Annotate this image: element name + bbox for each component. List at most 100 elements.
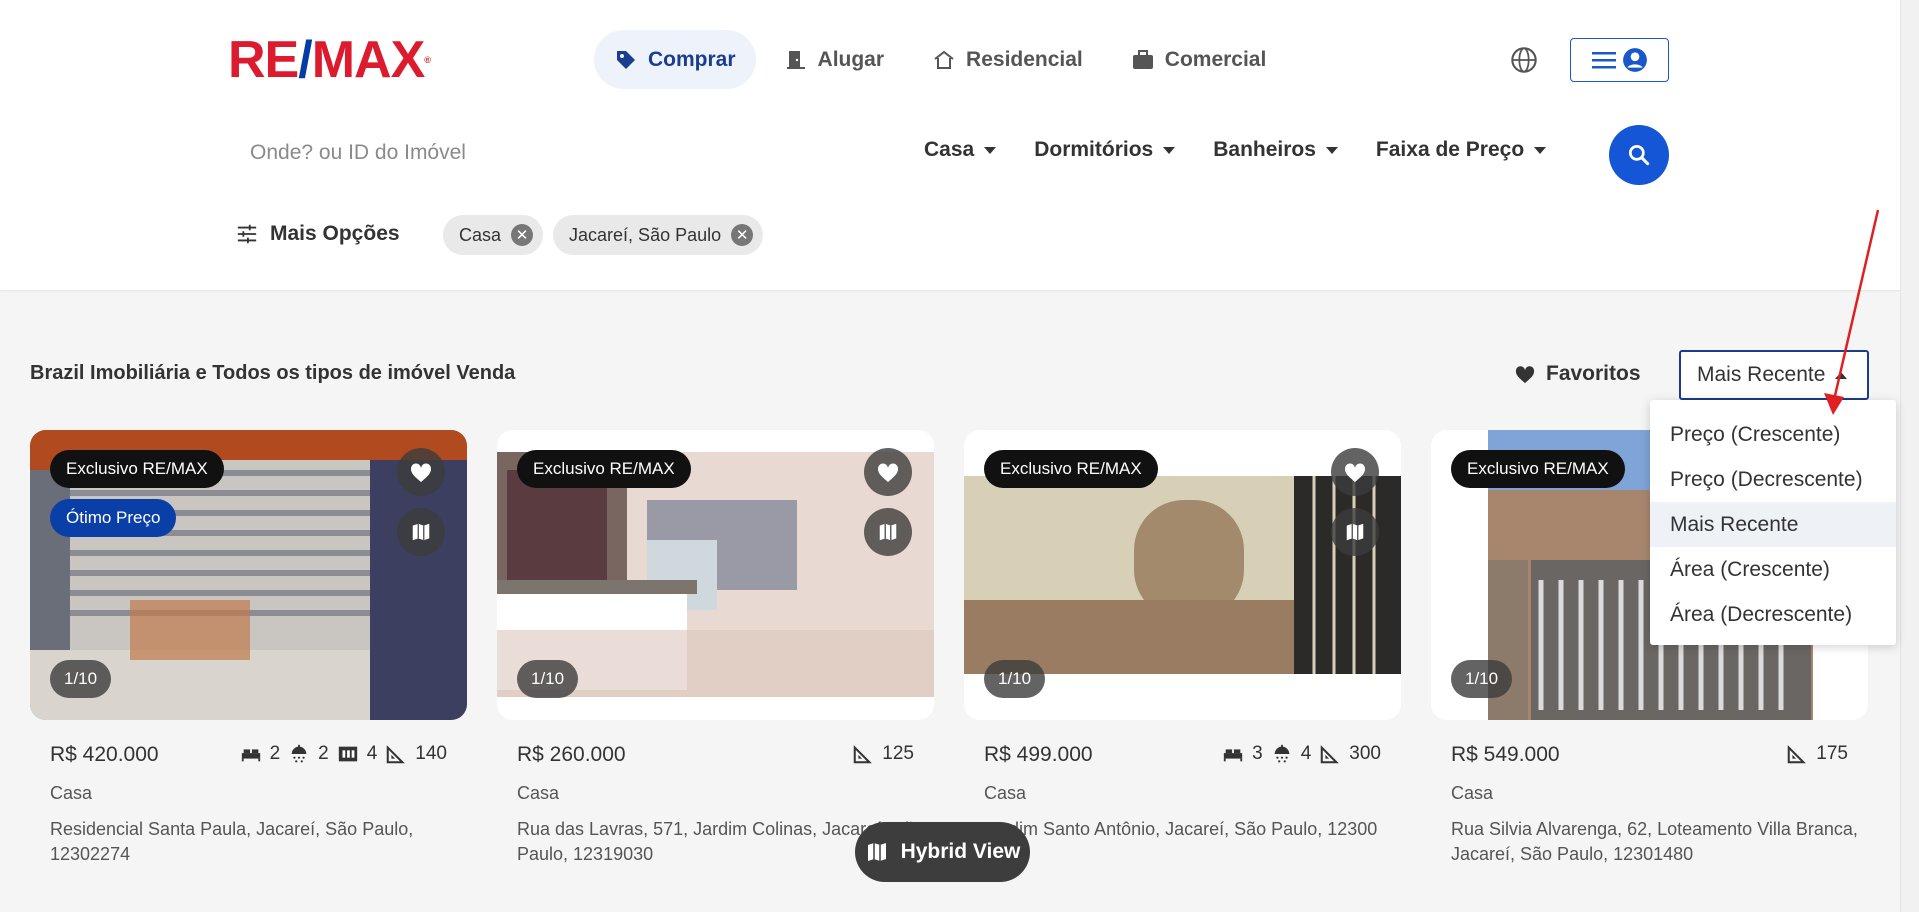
shower-icon [291, 744, 307, 763]
area-icon [1788, 745, 1807, 764]
map-button[interactable] [397, 508, 445, 556]
nav-label: Alugar [817, 47, 885, 71]
listing-address: Jardim Santo Antônio, Jacareí, São Paulo… [984, 819, 1378, 839]
exclusive-tag: Exclusivo RE/MAX [517, 450, 691, 488]
photo-counter: 1/10 [984, 660, 1046, 698]
listing-photo[interactable]: Exclusivo RE/MAX 1/10 [497, 430, 934, 720]
hybrid-view-label: Hybrid View [900, 840, 1021, 863]
listing-card[interactable]: Exclusivo RE/MAX 1/10 R$ 499.000 3 4 300… [964, 430, 1401, 870]
heart-icon [410, 463, 432, 482]
heart-icon [1515, 366, 1535, 384]
listing-features: 175 [1786, 743, 1848, 765]
favorites-label: Favoritos [1546, 362, 1641, 385]
search-icon [1628, 144, 1650, 166]
great-price-badge: Ótimo Preço [50, 499, 177, 537]
parking-icon [338, 746, 357, 762]
favorite-button[interactable] [1331, 448, 1379, 496]
area-icon [387, 745, 406, 764]
favorite-button[interactable] [864, 448, 912, 496]
close-icon[interactable]: ✕ [511, 224, 534, 246]
map-icon [412, 523, 430, 541]
main-nav: Comprar Alugar Residencial Comercial [594, 30, 1286, 89]
active-filter-chips: Casa ✕ Jacareí, São Paulo ✕ [443, 215, 764, 255]
filter-dormitorios[interactable]: Dormitórios [1034, 138, 1176, 162]
caret-down-icon [1325, 146, 1338, 154]
shower-icon [1274, 744, 1290, 763]
globe-icon[interactable] [1510, 46, 1538, 74]
photo-counter: 1/10 [1451, 660, 1513, 698]
account-menu-button[interactable] [1570, 38, 1669, 82]
map-button[interactable] [864, 508, 912, 556]
site-header: RE/MAX® Comprar Alugar Residencial Comer… [0, 0, 1900, 290]
map-icon [879, 523, 897, 541]
listing-price: R$ 549.000 [1451, 743, 1560, 766]
listing-photo[interactable]: Exclusivo RE/MAX Ótimo Preço 1/10 [30, 430, 467, 720]
photo-counter: 1/10 [50, 660, 112, 698]
map-button[interactable] [1331, 508, 1379, 556]
house-icon [934, 50, 954, 69]
map-icon [1346, 523, 1364, 541]
listing-card[interactable]: Exclusivo RE/MAX Ótimo Preço 1/10 R$ 420… [30, 430, 467, 870]
favorites-button[interactable]: Favoritos [1514, 362, 1641, 386]
more-options-button[interactable]: Mais Opções [236, 222, 400, 246]
search-input[interactable] [230, 128, 880, 178]
chip-label: Jacareí, São Paulo [569, 224, 722, 245]
nav-comprar[interactable]: Comprar [594, 30, 756, 89]
photo-counter: 1/10 [517, 660, 579, 698]
heart-icon [1344, 463, 1366, 482]
filter-label: Dormitórios [1034, 138, 1154, 161]
sort-option-mais-recente[interactable]: Mais Recente [1650, 502, 1896, 547]
filter-label: Casa [924, 138, 975, 161]
hybrid-view-button[interactable]: Hybrid View [855, 822, 1030, 882]
area-icon [1321, 745, 1340, 764]
listing-card[interactable]: Exclusivo RE/MAX 1/10 R$ 260.000 125 Cas… [497, 430, 934, 870]
listing-type: Casa [50, 783, 93, 803]
listing-features: 125 [852, 743, 914, 765]
briefcase-icon [1132, 49, 1153, 69]
listing-address: Rua Silvia Alvarenga, 62, Loteamento Vil… [1451, 819, 1858, 864]
area-value: 175 [1816, 743, 1848, 764]
listing-price: R$ 420.000 [50, 743, 159, 766]
exclusive-tag: Exclusivo RE/MAX [1451, 450, 1625, 488]
bed-icon [241, 749, 260, 762]
exclusive-tag: Exclusivo RE/MAX [984, 450, 1158, 488]
chip-label: Casa [459, 224, 502, 245]
favorite-button[interactable] [397, 448, 445, 496]
remax-logo[interactable]: RE/MAX® [228, 34, 431, 86]
nav-label: Comprar [648, 47, 736, 71]
nav-alugar[interactable]: Alugar [764, 30, 905, 89]
bathrooms-count: 2 [318, 743, 329, 764]
filter-tipo[interactable]: Casa [924, 138, 997, 162]
listing-photo[interactable]: Exclusivo RE/MAX 1/10 [964, 430, 1401, 720]
caret-down-icon [1534, 146, 1547, 154]
listing-address: Residencial Santa Paula, Jacareí, São Pa… [50, 819, 414, 864]
scrollbar[interactable] [1900, 0, 1919, 912]
search-button[interactable] [1609, 125, 1669, 185]
bed-icon [1223, 749, 1243, 762]
nav-label: Comercial [1164, 47, 1267, 71]
sort-option-area-decrescente[interactable]: Área (Decrescente) [1650, 592, 1896, 637]
search-filters: Casa Dormitórios Banheiros Faixa de Preç… [924, 138, 1547, 162]
listing-type: Casa [984, 783, 1027, 803]
filter-label: Faixa de Preço [1375, 138, 1525, 161]
sort-dropdown: Preço (Crescente) Preço (Decrescente) Ma… [1650, 400, 1896, 645]
annotation-arrow [1824, 209, 1880, 415]
listing-type: Casa [1451, 783, 1494, 803]
nav-comercial[interactable]: Comercial [1111, 30, 1287, 89]
chip-location: Jacareí, São Paulo ✕ [553, 215, 764, 255]
filter-faixa-preco[interactable]: Faixa de Preço [1375, 138, 1547, 162]
filter-banheiros[interactable]: Banheiros [1213, 138, 1338, 162]
more-options-label: Mais Opções [270, 222, 400, 245]
nav-label: Residencial [966, 47, 1083, 71]
listing-features: 2 2 4 140 [240, 743, 447, 765]
caret-down-icon [1163, 146, 1176, 154]
door-icon [786, 50, 805, 69]
listing-features: 3 4 300 [1222, 743, 1381, 765]
close-icon[interactable]: ✕ [731, 224, 754, 246]
tag-icon [617, 50, 635, 69]
sort-option-area-crescente[interactable]: Área (Crescente) [1650, 547, 1896, 592]
nav-residencial[interactable]: Residencial [912, 30, 1103, 89]
menu-icon [1591, 52, 1616, 69]
listing-price: R$ 260.000 [517, 743, 626, 766]
sort-option-preco-decrescente[interactable]: Preço (Decrescente) [1650, 457, 1896, 502]
